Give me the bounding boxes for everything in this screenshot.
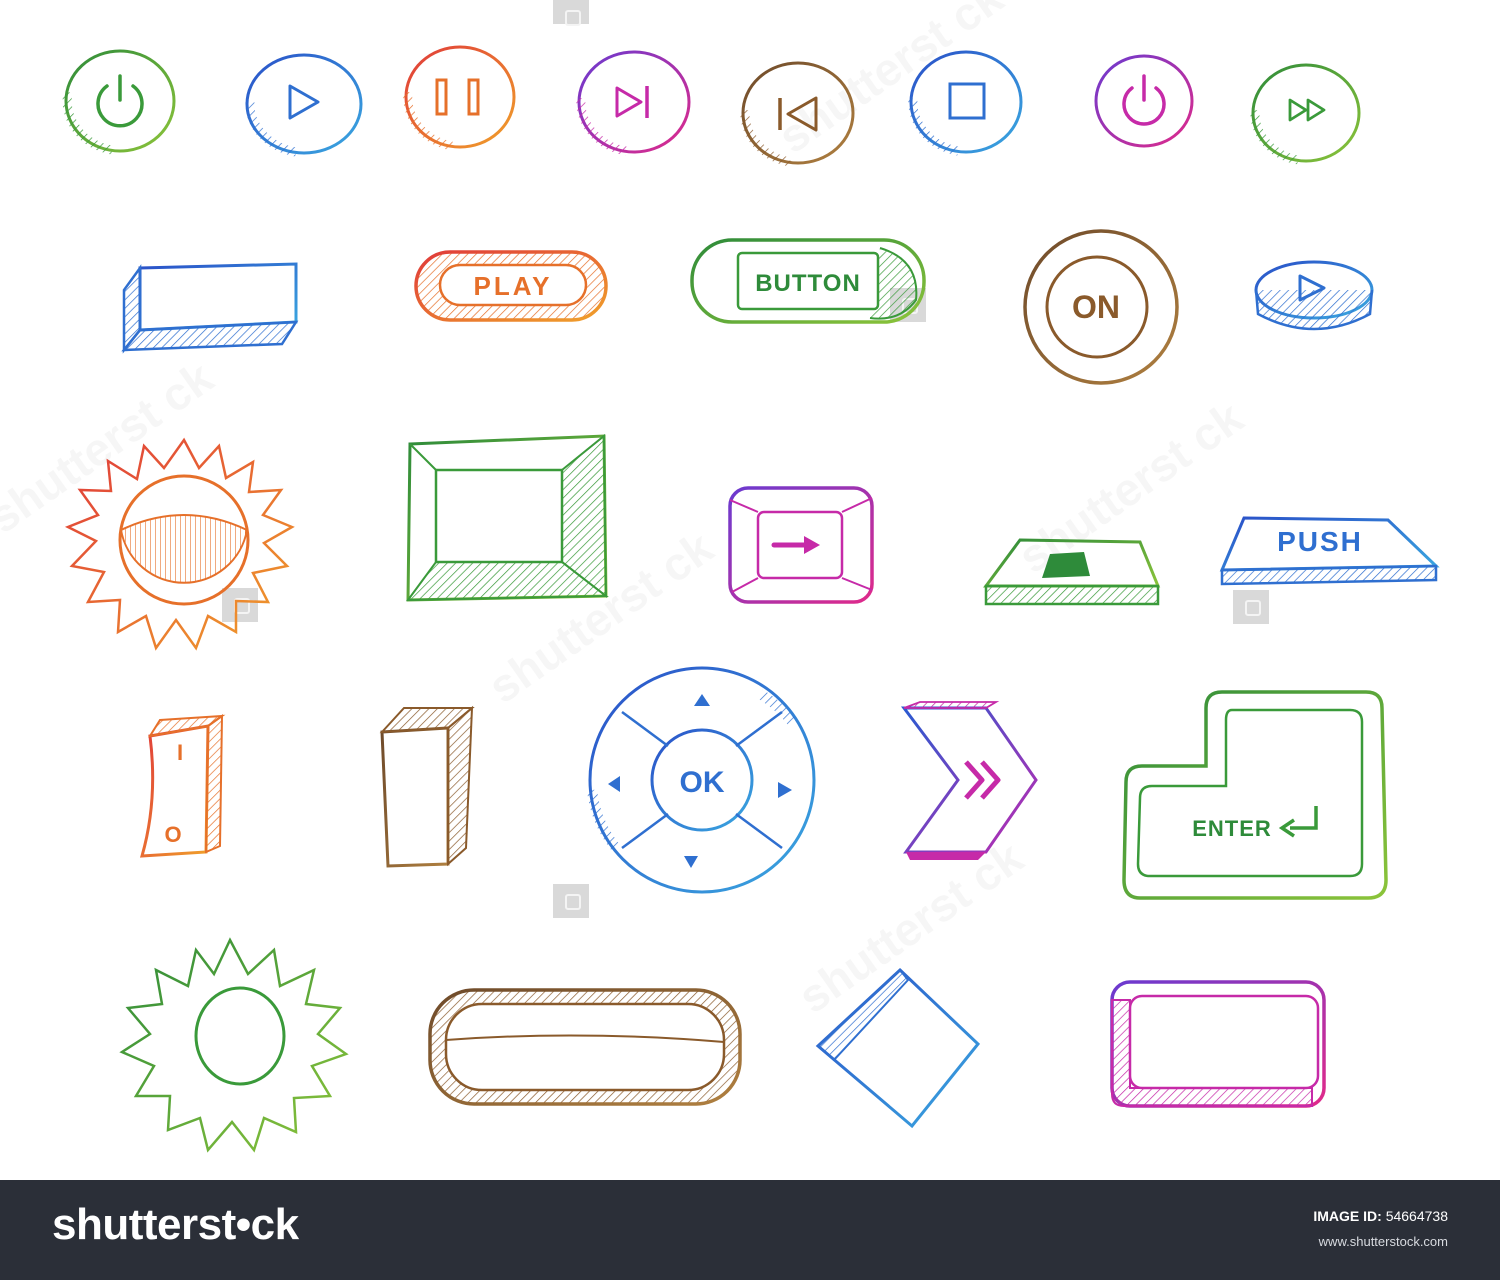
sketch-buttons-canvas: PLAY BUTTON ON PUSH I O OK ENTER xyxy=(62,45,1440,1153)
play-button-blue[interactable] xyxy=(245,53,363,157)
power-icon xyxy=(96,74,144,128)
fast-forward-icon xyxy=(1288,98,1326,122)
switch-off-label: O xyxy=(164,822,181,847)
enter-arrow-icon xyxy=(1278,806,1318,838)
pressed-platform-button-green[interactable] xyxy=(983,538,1161,606)
sun-dial-button-orange[interactable] xyxy=(64,437,295,651)
skip-forward-button-magenta[interactable] xyxy=(576,50,691,156)
arrow-key-button-magenta[interactable] xyxy=(728,486,874,604)
skip-forward-icon xyxy=(615,86,649,118)
play-pill-button[interactable]: PLAY xyxy=(414,250,608,322)
image-id-value: 54664738 xyxy=(1385,1208,1448,1224)
button-labeled-button[interactable]: BUTTON xyxy=(690,238,926,324)
fast-forward-button-green[interactable] xyxy=(1250,63,1361,165)
pause-icon xyxy=(435,78,480,116)
skip-back-icon xyxy=(778,96,818,132)
upright-block-brown[interactable] xyxy=(379,705,475,868)
on-label: ON xyxy=(1072,289,1120,325)
chevron-arrow-button-magenta[interactable] xyxy=(901,701,1038,860)
power-button-green[interactable] xyxy=(62,49,176,155)
push-label: PUSH xyxy=(1277,526,1363,557)
site-url[interactable]: www.shutterstock.com xyxy=(1319,1234,1448,1249)
diamond-button-blue[interactable] xyxy=(815,967,981,1129)
push-button-blue[interactable]: PUSH xyxy=(1219,516,1440,586)
skip-back-button-brown[interactable] xyxy=(740,61,855,167)
dpad-right[interactable] xyxy=(778,782,792,798)
ok-label: OK xyxy=(680,766,725,799)
pause-button-orange[interactable] xyxy=(403,45,516,151)
pressed-indicator xyxy=(1042,552,1090,578)
arrow-right-icon xyxy=(771,536,820,554)
frame-screen-button-green[interactable] xyxy=(405,433,609,602)
dpad-down[interactable] xyxy=(684,856,698,868)
on-button-brown[interactable]: ON xyxy=(1023,229,1179,385)
dpad-up[interactable] xyxy=(694,694,710,706)
blank-block-button-blue[interactable] xyxy=(121,262,299,354)
image-id: IMAGE ID: 54664738 xyxy=(1313,1208,1448,1224)
rounded-rect-button-magenta[interactable] xyxy=(1110,980,1326,1108)
stop-button-blue[interactable] xyxy=(908,50,1023,156)
enter-label: ENTER xyxy=(1192,816,1272,841)
sun-button-green[interactable] xyxy=(119,937,349,1153)
switch-on-label: I xyxy=(177,740,183,765)
play-label: PLAY xyxy=(474,271,553,301)
enter-key-button-green[interactable]: ENTER xyxy=(1122,690,1388,900)
power-button-magenta[interactable] xyxy=(1094,54,1194,148)
power-icon xyxy=(1122,74,1166,126)
stop-icon xyxy=(948,82,986,120)
dpad-controller-blue[interactable]: OK xyxy=(587,666,816,894)
image-id-label: IMAGE ID: xyxy=(1313,1208,1382,1224)
button-label: BUTTON xyxy=(755,270,861,297)
play-puck-button-blue[interactable] xyxy=(1254,260,1374,331)
footer-bar: shutterst•ck IMAGE ID: 54664738 www.shut… xyxy=(0,1180,1500,1280)
double-chevron-right-icon xyxy=(964,760,1001,800)
play-icon xyxy=(288,84,320,120)
rocker-switch-orange[interactable]: I O xyxy=(139,714,226,858)
wide-pill-button-brown[interactable] xyxy=(428,988,742,1106)
dpad-left[interactable] xyxy=(608,776,620,792)
brand-logo[interactable]: shutterst•ck xyxy=(52,1200,299,1250)
